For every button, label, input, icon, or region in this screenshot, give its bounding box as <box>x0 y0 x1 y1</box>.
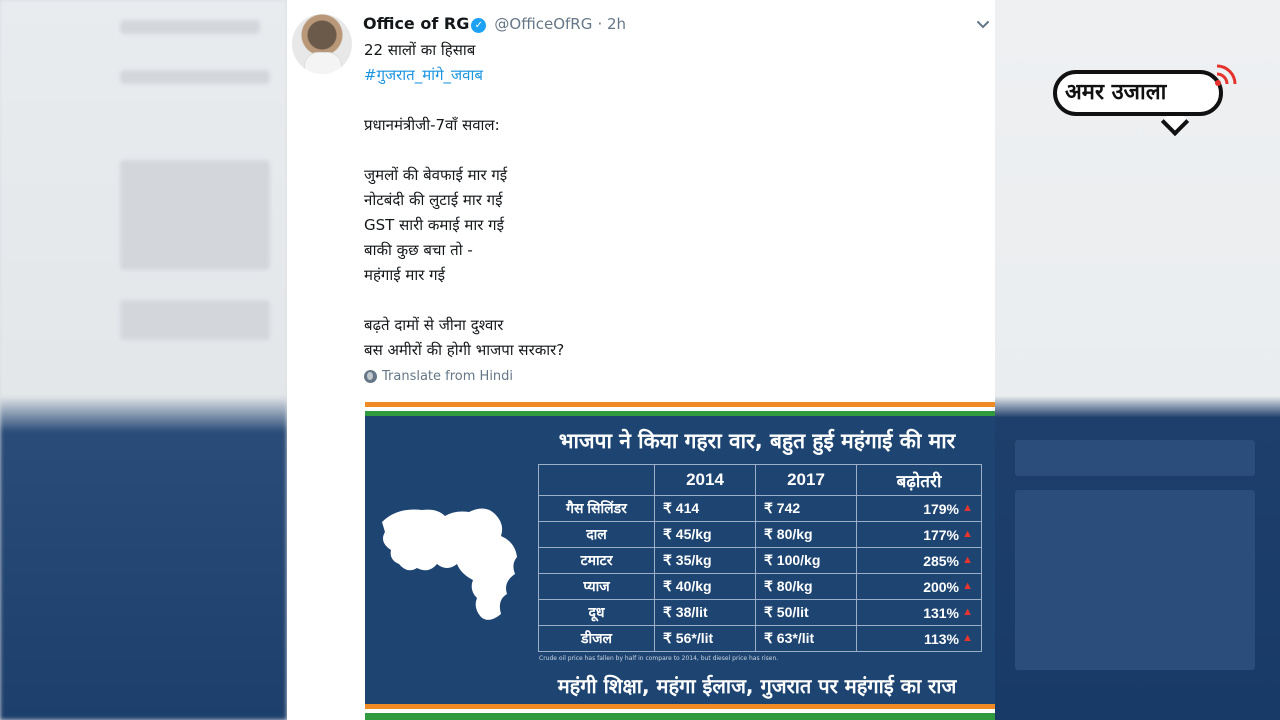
increase-value: 177% <box>923 526 959 543</box>
price-2017: ₹ 63*/lit <box>755 625 857 652</box>
increase-cell: 285% ▲ <box>856 547 982 574</box>
increase-cell: 131% ▲ <box>856 599 982 626</box>
table-row: प्याज ₹ 40/kg ₹ 80/kg 200% ▲ <box>538 573 982 600</box>
avatar[interactable] <box>292 14 352 74</box>
tweet-line: बाकी कुछ बचा तो - <box>364 241 473 259</box>
tweet-line: नोटबंदी की लुटाई मार गई <box>364 191 503 209</box>
price-2014: ₹ 40/kg <box>654 573 756 600</box>
table-row: डीजल ₹ 56*/lit ₹ 63*/lit 113% ▲ <box>538 625 982 652</box>
tweet-header: Office of RG ✓ @OfficeOfRG · 2h <box>363 14 626 33</box>
price-2014: ₹ 56*/lit <box>654 625 756 652</box>
table-row: दूध ₹ 38/lit ₹ 50/lit 131% ▲ <box>538 599 982 626</box>
price-2014: ₹ 414 <box>654 495 756 522</box>
increase-value: 200% <box>923 578 959 595</box>
increase-cell: 177% ▲ <box>856 521 982 548</box>
tweet-line: 22 सालों का हिसाब <box>364 41 476 59</box>
item-name: दाल <box>538 521 655 548</box>
price-2017: ₹ 100/kg <box>755 547 857 574</box>
up-arrow-icon: ▲ <box>962 632 973 644</box>
increase-value: 113% <box>923 630 959 647</box>
up-arrow-icon: ▲ <box>962 528 973 540</box>
price-2017: ₹ 50/lit <box>755 599 857 626</box>
increase-value: 131% <box>923 604 959 621</box>
infographic-bottom-slogan: महंगी शिक्षा, महंगा ईलाज, गुजरात पर महंग… <box>557 674 957 698</box>
tweet-line: बढ़ते दामों से जीना दुश्वार <box>364 316 504 334</box>
globe-icon <box>364 370 377 383</box>
signal-icon <box>1215 64 1237 86</box>
tweet-text: 22 सालों का हिसाब #गुजरात_मांगे_जवाब प्र… <box>364 38 924 363</box>
up-arrow-icon: ▲ <box>962 606 973 618</box>
column-header: बढ़ोतरी <box>856 464 982 496</box>
translate-label: Translate from Hindi <box>382 369 514 384</box>
item-name: टमाटर <box>538 547 655 574</box>
tweet-line: जुमलों की बेवफाई मार गई <box>364 166 508 184</box>
infographic-footnote: Crude oil price has fallen by half in co… <box>539 655 779 662</box>
gujarat-map-icon <box>382 508 517 620</box>
increase-cell: 200% ▲ <box>856 573 982 600</box>
column-header <box>538 464 655 496</box>
hashtag-link[interactable]: #गुजरात_मांगे_जवाब <box>364 63 924 88</box>
price-2014: ₹ 38/lit <box>654 599 756 626</box>
verified-badge-icon: ✓ <box>471 18 487 33</box>
price-2014: ₹ 45/kg <box>654 521 756 548</box>
amar-ujala-logo: अमर उजाला <box>1053 62 1238 137</box>
price-2017: ₹ 742 <box>755 495 857 522</box>
logo-text: अमर उजाला <box>1065 80 1167 105</box>
tweet-image-infographic[interactable]: भाजपा ने किया गहरा वार, बहुत हुई महंगाई … <box>365 402 995 720</box>
infographic-title: भाजपा ने किया गहरा वार, बहुत हुई महंगाई … <box>558 429 956 453</box>
table-row: गैस सिलिंडर ₹ 414 ₹ 742 179% ▲ <box>538 495 982 522</box>
tweet-timestamp[interactable]: · 2h <box>597 15 626 33</box>
price-2017: ₹ 80/kg <box>755 573 857 600</box>
increase-value: 179% <box>923 500 959 517</box>
price-2014: ₹ 35/kg <box>654 547 756 574</box>
blurred-background-left <box>0 0 287 720</box>
item-name: डीजल <box>538 625 655 652</box>
tweet-line: GST सारी कमाई मार गई <box>364 216 504 234</box>
increase-cell: 179% ▲ <box>856 495 982 522</box>
display-name[interactable]: Office of RG <box>363 14 469 33</box>
up-arrow-icon: ▲ <box>962 502 973 514</box>
tweet-line: प्रधानमंत्रीजी-7वाँ सवाल: <box>364 116 500 134</box>
increase-value: 285% <box>923 552 959 569</box>
column-header: 2014 <box>654 464 756 496</box>
column-header: 2017 <box>755 464 857 496</box>
item-name: प्याज <box>538 573 655 600</box>
price-comparison-table: 2014 2017 बढ़ोतरी गैस सिलिंडर ₹ 414 ₹ 74… <box>538 464 982 652</box>
table-row: टमाटर ₹ 35/kg ₹ 100/kg 285% ▲ <box>538 547 982 574</box>
table-row: दाल ₹ 45/kg ₹ 80/kg 177% ▲ <box>538 521 982 548</box>
price-2017: ₹ 80/kg <box>755 521 857 548</box>
item-name: गैस सिलिंडर <box>538 495 655 522</box>
table-header-row: 2014 2017 बढ़ोतरी <box>538 464 982 496</box>
item-name: दूध <box>538 599 655 626</box>
chevron-down-icon[interactable] <box>975 17 991 33</box>
increase-cell: 113% ▲ <box>856 625 982 652</box>
translate-link[interactable]: Translate from Hindi <box>364 369 513 384</box>
tweet-line: बस अमीरों की होगी भाजपा सरकार? <box>364 341 565 359</box>
up-arrow-icon: ▲ <box>962 580 973 592</box>
up-arrow-icon: ▲ <box>962 554 973 566</box>
user-handle[interactable]: @OfficeOfRG <box>494 15 592 33</box>
tweet-card: Office of RG ✓ @OfficeOfRG · 2h 22 सालों … <box>287 0 995 720</box>
tweet-line: महंगाई मार गई <box>364 266 445 284</box>
